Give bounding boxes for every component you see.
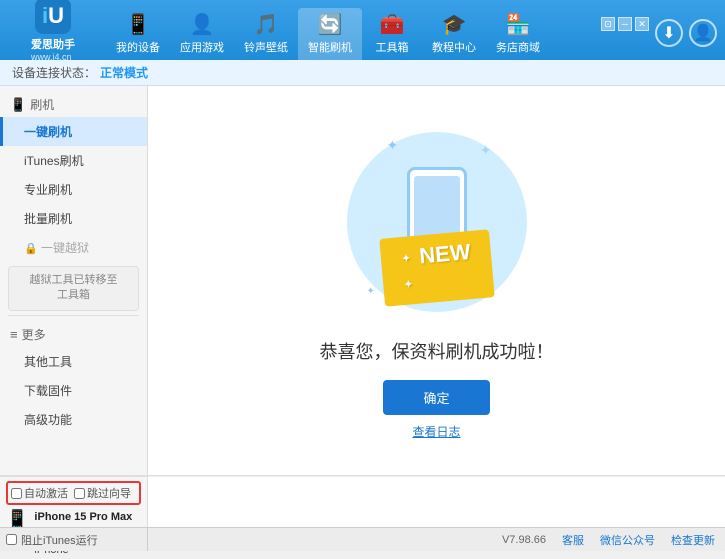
flash-section-icon: 📱	[10, 97, 26, 113]
tutorial-icon: 🎓	[442, 12, 467, 37]
version-label: V7.98.66	[502, 534, 546, 546]
sidebar-item-download-firmware[interactable]: 下载固件	[0, 376, 147, 405]
stop-itunes-label: 阻止iTunes运行	[21, 532, 98, 548]
footer-right: V7.98.66 客服 微信公众号 检查更新	[148, 532, 725, 548]
ringtone-icon: 🎵	[254, 12, 279, 37]
device-row-right	[148, 476, 725, 527]
wechat-public-link[interactable]: 微信公众号	[600, 532, 655, 548]
device-row: 自动激活 跳过向导 📱 iPhone 15 Pro Max 512GB iPho…	[0, 475, 725, 527]
sub-header: 设备连接状态： 正常模式	[0, 60, 725, 86]
sparkle-1: ✦	[387, 137, 399, 154]
sidebar-section-flash: 📱 刷机	[0, 90, 147, 117]
sidebar-item-batch-flash[interactable]: 批量刷机	[0, 204, 147, 233]
logo-text: 爱思助手 www.i4.cn	[31, 36, 75, 62]
device-name: iPhone 15 Pro Max	[34, 509, 132, 526]
window-close-button[interactable]: ✕	[635, 17, 649, 31]
more-section-icon: ≡	[10, 327, 18, 342]
sidebar-item-itunes-flash[interactable]: iTunes刷机	[0, 146, 147, 175]
user-button[interactable]: 👤	[689, 19, 717, 47]
sparkle-3: ✦	[367, 286, 375, 297]
tab-ringtone[interactable]: 🎵 铃声壁纸	[234, 8, 298, 60]
tab-smart-flash[interactable]: 🔄 智能刷机	[298, 8, 362, 60]
window-minimize-button[interactable]: ─	[618, 17, 632, 31]
store-icon: 🏪	[506, 12, 531, 37]
skip-guide-checkbox-label[interactable]: 跳过向导	[74, 485, 131, 501]
nav-tabs: 📱 我的设备 👤 应用游戏 🎵 铃声壁纸 🔄 智能刷机 🧰 工具箱 🎓 教程中心…	[106, 0, 601, 60]
header: iU 爱思助手 www.i4.cn 📱 我的设备 👤 应用游戏 🎵 铃声壁纸 🔄…	[0, 0, 725, 60]
footer-left: 阻止iTunes运行	[0, 528, 148, 551]
sparkle-2: ✦	[480, 142, 492, 159]
log-link[interactable]: 查看日志	[412, 423, 460, 440]
logo-area: iU 爱思助手 www.i4.cn	[8, 0, 98, 62]
tab-tutorial[interactable]: 🎓 教程中心	[422, 8, 486, 60]
apps-icon: 👤	[190, 12, 215, 37]
main-content: ✦ ✦ ✦ NEW 恭喜您，保资料刷机成功啦！ 确定 查看日志	[148, 86, 725, 475]
device-checkbox-row: 自动激活 跳过向导	[6, 481, 141, 505]
tab-toolbox[interactable]: 🧰 工具箱	[362, 8, 422, 60]
stop-itunes-checkbox[interactable]	[6, 534, 17, 545]
phone-illustration: ✦ ✦ ✦ NEW	[327, 122, 547, 322]
auto-activate-checkbox[interactable]	[11, 488, 22, 499]
tab-my-device[interactable]: 📱 我的设备	[106, 8, 170, 60]
sidebar-jailbreak-notice: 越狱工具已转移至 工具箱	[8, 266, 139, 311]
sidebar-item-pro-flash[interactable]: 专业刷机	[0, 175, 147, 204]
customer-service-link[interactable]: 客服	[562, 532, 584, 548]
sidebar-item-one-key-flash[interactable]: 一键刷机	[0, 117, 147, 146]
download-button[interactable]: ⬇	[655, 19, 683, 47]
footer: 阻止iTunes运行 V7.98.66 客服 微信公众号 检查更新	[0, 527, 725, 551]
smart-flash-icon: 🔄	[318, 12, 343, 37]
device-section: 自动激活 跳过向导 📱 iPhone 15 Pro Max 512GB iPho…	[0, 476, 148, 527]
sidebar-divider	[8, 315, 139, 316]
device-icon: 📱	[126, 12, 151, 37]
new-ribbon: NEW	[379, 229, 495, 306]
sidebar-item-advanced[interactable]: 高级功能	[0, 405, 147, 434]
sidebar-item-jailbreak: 🔒 一键越狱	[0, 233, 147, 262]
sidebar-item-other-tools[interactable]: 其他工具	[0, 347, 147, 376]
check-update-link[interactable]: 检查更新	[671, 532, 715, 548]
tab-apps[interactable]: 👤 应用游戏	[170, 8, 234, 60]
bottom-area: 自动激活 跳过向导 📱 iPhone 15 Pro Max 512GB iPho…	[0, 475, 725, 551]
toolbox-icon: 🧰	[380, 12, 405, 37]
success-message: 恭喜您，保资料刷机成功啦！	[320, 338, 554, 364]
skip-guide-checkbox[interactable]	[74, 488, 85, 499]
window-restore-button[interactable]: ⊡	[601, 17, 615, 31]
app-logo: iU	[35, 0, 71, 34]
sidebar-section-more: ≡ 更多	[0, 320, 147, 347]
auto-activate-checkbox-label[interactable]: 自动激活	[11, 485, 68, 501]
tab-store[interactable]: 🏪 务店商域	[486, 8, 550, 60]
sidebar: 📱 刷机 一键刷机 iTunes刷机 专业刷机 批量刷机 🔒 一键越狱 越狱工具…	[0, 86, 148, 475]
header-right: ⊡ ─ ✕ ⬇ 👤	[601, 13, 717, 47]
confirm-button[interactable]: 确定	[383, 380, 489, 415]
